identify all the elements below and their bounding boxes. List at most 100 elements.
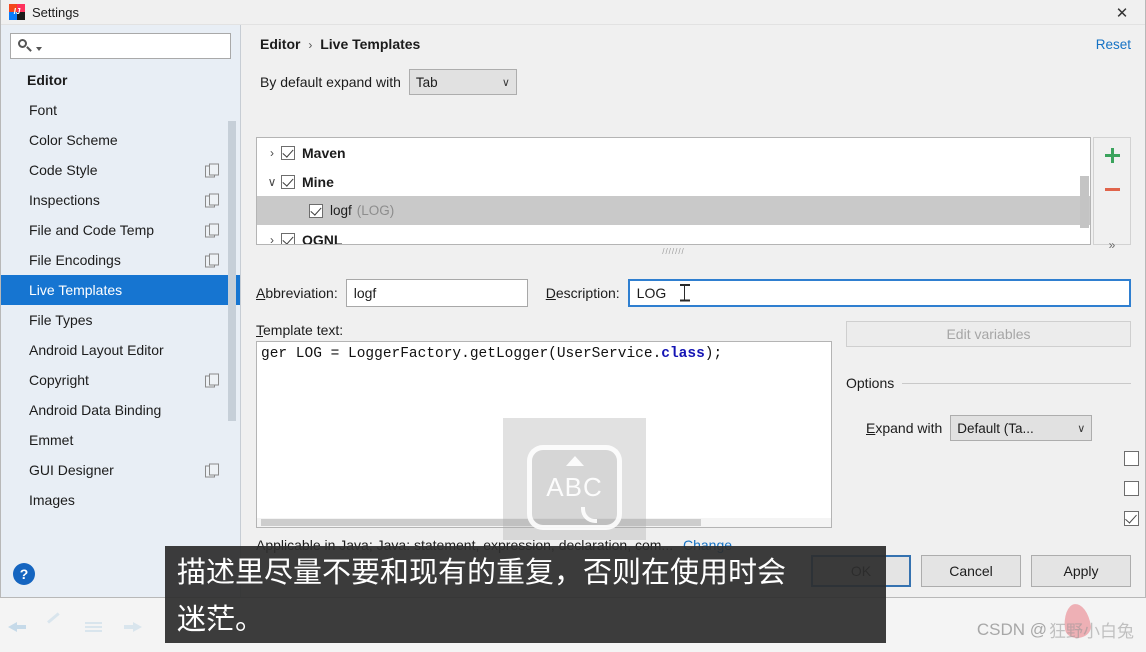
- sidebar-item-emmet[interactable]: ›Emmet: [1, 425, 240, 455]
- chevron-right-icon[interactable]: ›: [263, 233, 281, 245]
- arrow-right-icon: [120, 618, 144, 636]
- desktop-tray-icons: [6, 618, 144, 636]
- template-name: Mine: [302, 173, 334, 190]
- search-input[interactable]: [42, 37, 230, 55]
- arrow-left-icon: [6, 618, 30, 636]
- sidebar-item-label: Android Data Binding: [29, 402, 162, 418]
- sidebar-tree[interactable]: Editor Font ›Color Scheme›Code Style Inspec…: [1, 65, 240, 597]
- sidebar-scrollbar-thumb[interactable]: [228, 121, 236, 421]
- sidebar-item-label: Editor: [27, 72, 68, 88]
- sidebar-item-android-data-binding[interactable]: Android Data Binding: [1, 395, 240, 425]
- sidebar-item-label: Code Style: [29, 162, 98, 178]
- sidebar-item-copyright[interactable]: ›Copyright: [1, 365, 240, 395]
- subtitle-caption: 描述里尽量不要和现有的重复，否则在使用时会 迷茫。: [165, 546, 886, 643]
- template-name: Maven: [302, 144, 346, 161]
- window-title: Settings: [32, 4, 79, 20]
- chevron-down-icon: ∨: [501, 76, 510, 89]
- cancel-button[interactable]: Cancel: [921, 555, 1021, 587]
- sidebar-item-editor[interactable]: Editor: [1, 65, 240, 95]
- template-enabled-checkbox[interactable]: [281, 145, 295, 160]
- sidebar-item-label: File Encodings: [29, 252, 121, 268]
- expand-with-value: Default (Ta...: [957, 420, 1034, 436]
- sidebar-item-images[interactable]: Images: [1, 485, 240, 515]
- options-divider: [902, 382, 1131, 384]
- watermark-prefix: CSDN @: [976, 619, 1047, 639]
- sidebar-item-color-scheme[interactable]: ›Color Scheme: [1, 125, 240, 155]
- intellij-idea-icon: IJ: [9, 4, 25, 20]
- ime-tail-icon: [581, 507, 598, 523]
- add-template-button[interactable]: [1094, 138, 1130, 172]
- abbreviation-input[interactable]: [345, 279, 528, 307]
- option-checkbox[interactable]: [1124, 450, 1139, 466]
- chevron-right-icon[interactable]: ›: [263, 146, 281, 160]
- ime-indicator: ABC: [527, 445, 622, 530]
- sidebar-item-label: GUI Designer: [29, 462, 114, 478]
- plus-icon: [1104, 147, 1120, 163]
- template-tree-row[interactable]: ∨ Mine: [257, 167, 1090, 196]
- settings-content: Editor › Live Templates Reset By default…: [242, 25, 1145, 597]
- sidebar-item-inspections[interactable]: Inspections: [1, 185, 240, 215]
- reset-link[interactable]: Reset: [1096, 37, 1131, 52]
- default-expand-select[interactable]: Tab ∨: [408, 69, 517, 95]
- sidebar-scrollbar-track[interactable]: [228, 65, 238, 597]
- sidebar-item-live-templates[interactable]: Live Templates: [1, 275, 240, 305]
- sidebar-item-file-encodings[interactable]: File Encodings: [1, 245, 240, 275]
- edit-variables-button: Edit variables: [846, 321, 1131, 347]
- ime-mode-label: ABC: [546, 472, 603, 502]
- copy-icon: [205, 163, 219, 178]
- breadcrumb-root[interactable]: Editor: [260, 36, 300, 52]
- sidebar-item-label: Font: [29, 102, 58, 118]
- template-tree-scrollbar-thumb[interactable]: [1080, 176, 1089, 228]
- apply-button[interactable]: Apply: [1031, 555, 1131, 587]
- chevron-up-icon: [565, 456, 584, 466]
- breadcrumb-separator: ›: [308, 38, 313, 52]
- remove-template-button[interactable]: [1094, 172, 1130, 206]
- expand-with-select[interactable]: Default (Ta... ∨: [950, 415, 1093, 441]
- search-box[interactable]: [10, 33, 231, 59]
- sidebar-item-gui-designer[interactable]: GUI Designer: [1, 455, 240, 485]
- option-checkbox-row[interactable]: Reformat according to style: [1124, 450, 1146, 466]
- sidebar-item-file-and-code-temp[interactable]: File and Code Temp: [1, 215, 240, 245]
- template-enabled-checkbox[interactable]: [281, 174, 295, 189]
- abbreviation-description-row: Abbreviation: Description:: [256, 277, 1131, 309]
- sidebar-item-font[interactable]: Font: [1, 95, 240, 125]
- option-checkbox-row[interactable]: Shorten FQ names: [1124, 510, 1146, 526]
- close-icon[interactable]: ✕: [1099, 0, 1145, 25]
- options-section-title: Options: [846, 375, 895, 391]
- more-actions-button[interactable]: »: [1094, 228, 1130, 262]
- chevron-down-icon[interactable]: ∨: [263, 175, 281, 189]
- copy-icon: [205, 463, 219, 478]
- sidebar-item-code-style[interactable]: ›Code Style: [1, 155, 240, 185]
- chevron-down-icon: ∨: [1077, 422, 1086, 435]
- chevron-double-right-icon: »: [1108, 238, 1116, 252]
- sidebar-item-label: Android Layout Editor: [29, 342, 164, 358]
- option-checkbox[interactable]: [1124, 480, 1139, 496]
- template-tree-row[interactable]: › Maven: [257, 138, 1090, 167]
- copy-icon: [205, 373, 219, 388]
- copy-icon: [205, 193, 219, 208]
- description-input[interactable]: [627, 279, 1131, 307]
- sidebar-item-label: File Types: [29, 312, 93, 328]
- sidebar-item-label: Inspections: [29, 192, 100, 208]
- sidebar-item-file-types[interactable]: File Types: [1, 305, 240, 335]
- copy-icon: [205, 223, 219, 238]
- sidebar-item-label: Color Scheme: [29, 132, 118, 148]
- help-button[interactable]: ?: [13, 563, 35, 585]
- pen-icon: [44, 618, 68, 636]
- template-group-tree[interactable]: › Maven ∨ Mine logf (LOG) › OGNL: [256, 137, 1091, 245]
- template-tree-row[interactable]: › OGNL: [257, 225, 1090, 245]
- sidebar-item-android-layout-editor[interactable]: Android Layout Editor: [1, 335, 240, 365]
- option-checkbox-row[interactable]: Use static import if possible: [1124, 480, 1146, 496]
- template-enabled-checkbox[interactable]: [281, 232, 295, 244]
- template-enabled-checkbox[interactable]: [309, 203, 323, 218]
- code-keyword: class: [661, 346, 705, 362]
- splitter-handle[interactable]: ///////: [256, 246, 1091, 256]
- template-tree-row[interactable]: logf (LOG): [257, 196, 1090, 225]
- option-checkbox[interactable]: [1124, 510, 1139, 526]
- abbreviation-label: Abbreviation:: [256, 285, 338, 301]
- breadcrumb: Editor › Live Templates: [260, 36, 420, 52]
- search-wrapper: [1, 25, 240, 65]
- splitter-grip-icon: ///////: [662, 246, 685, 256]
- code-prefix: ger LOG = LoggerFactory.getLogger(UserSe…: [261, 346, 662, 362]
- minus-icon: [1104, 187, 1120, 191]
